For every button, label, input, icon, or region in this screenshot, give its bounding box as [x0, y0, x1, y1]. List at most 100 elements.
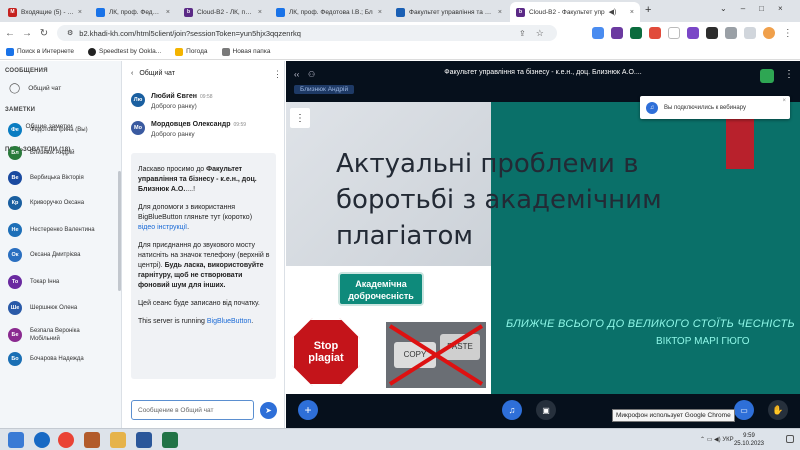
menu-icon[interactable]: ⋮ [783, 28, 793, 39]
close-icon[interactable]: × [78, 9, 82, 16]
close-icon[interactable]: × [166, 9, 170, 16]
video-instructions-link[interactable]: відео інструкції [138, 224, 187, 231]
extension-icon[interactable] [667, 27, 680, 39]
bookmark-weather[interactable]: Погода [175, 47, 208, 56]
public-chat-item[interactable]: ◯ Общий чат [0, 78, 121, 99]
star-icon[interactable]: ☆ [536, 28, 544, 39]
chrome-icon[interactable] [58, 432, 74, 448]
user-list-item[interactable]: То Токар Інна [8, 275, 59, 289]
mic-tooltip: Микрофон использует Google Chrome [612, 409, 735, 422]
bookmarks-bar: Поиск в Интернете Speedtest by Ookla... … [0, 44, 800, 60]
raise-hand-button[interactable]: ✋ [768, 400, 788, 420]
message-time: 09:58 [200, 94, 213, 100]
tab-lk-blyzniuk[interactable]: ЛК, проф. Федотова І.В.; Бл × [270, 2, 388, 22]
scrollbar[interactable] [118, 171, 121, 291]
user-list-item[interactable]: Ок Оксана Дмитрієва [8, 248, 81, 262]
doc-icon [396, 7, 405, 17]
notes-section-title: ЗАМЕТКИ [5, 107, 36, 113]
slide-image: Академічна доброчесність Stop plagiat CO… [286, 266, 491, 394]
extension-icon[interactable] [591, 27, 604, 39]
tab-faculty[interactable]: Факультет управління та бізне × [390, 2, 508, 22]
chat-options-icon[interactable]: ⋮ [273, 69, 282, 80]
user-list-item[interactable]: Бл Близнюк Андрій [8, 146, 74, 160]
user-list-item[interactable]: Фе Федотова Ірина (Вы) [8, 123, 88, 137]
user-list-item[interactable]: Не Нестеренко Валентина [8, 223, 95, 237]
server-paragraph: This server is running BigBlueButton. [138, 317, 270, 327]
tab-gmail[interactable]: M Входящие (5) - tilna7st@gma × [2, 2, 88, 22]
close-icon[interactable]: × [630, 9, 634, 16]
user-list-item[interactable]: Бо Бочарова Надежда [8, 352, 84, 366]
presentation-slide: Актуальні проблеми в боротьбі з академіч… [286, 102, 800, 394]
tab-label: Факультет управління та бізне [409, 8, 494, 16]
url-field[interactable]: ⚙ b2.khadi-kh.com/html5client/join?sessi… [57, 25, 557, 41]
chat-message-input[interactable]: Сообщение в Общий чат [131, 400, 254, 420]
edge-icon[interactable] [34, 432, 50, 448]
profile-avatar[interactable] [762, 27, 775, 39]
bookmark-speedtest[interactable]: Speedtest by Ookla... [87, 47, 161, 56]
new-tab-button[interactable]: + [645, 4, 651, 16]
extension-icon[interactable] [629, 27, 642, 39]
user-name: Федотова Ірина (Вы) [30, 127, 88, 133]
options-menu-icon[interactable]: ⋮ [784, 69, 794, 80]
clock[interactable]: 9:59 25.10.2023 [734, 432, 764, 448]
notice-text: Вы подключились к вебинару [664, 104, 747, 111]
headphones-icon: ♫ [508, 405, 516, 415]
tab-cloud-b2-lk[interactable]: b Cloud-B2 - ЛК, проф. Федо × [178, 2, 268, 22]
presentation-area: ‹‹ ⚇ Факультет управління та бізнесу - к… [286, 61, 800, 428]
welcome-text: ....! [185, 186, 196, 193]
speaker-icon[interactable]: ◀) [609, 8, 617, 16]
bigbluebutton-link[interactable]: BigBlueButton [207, 318, 251, 325]
user-name: Вербицька Вікторія [30, 175, 84, 181]
presentation-options-icon[interactable]: ⋮ [290, 108, 310, 128]
extension-icon[interactable] [686, 27, 699, 39]
notifications-icon[interactable] [786, 435, 794, 443]
window-controls[interactable]: ⌄–□× [720, 4, 797, 13]
sidepanel-icon[interactable] [743, 27, 756, 39]
send-button[interactable]: ➤ [260, 402, 277, 419]
integrity-badge: Академічна доброчесність [338, 272, 424, 306]
close-icon[interactable]: × [258, 9, 262, 16]
avatar: Ок [8, 248, 22, 262]
reload-icon[interactable]: ↻ [37, 28, 51, 39]
forward-icon[interactable]: → [20, 28, 34, 39]
app-icon[interactable] [84, 432, 100, 448]
bookmark-folder[interactable]: Новая папка [221, 47, 270, 56]
close-icon[interactable]: × [782, 98, 786, 104]
headphones-button[interactable]: ♫ [502, 400, 522, 420]
server-text: . [251, 318, 254, 325]
back-chevron-icon[interactable]: ‹ [131, 70, 133, 77]
excel-icon[interactable] [162, 432, 178, 448]
share-icon[interactable]: ⇪ [519, 29, 526, 38]
language-indicator[interactable]: УКР [722, 437, 733, 443]
word-icon[interactable] [136, 432, 152, 448]
puzzle-icon[interactable] [724, 27, 737, 39]
close-icon[interactable]: × [378, 9, 382, 16]
meeting-title: Факультет управління та бізнесу - к.е.н.… [444, 69, 642, 76]
start-icon[interactable] [8, 432, 24, 448]
user-list-item[interactable]: Бе Безпала Вероніка Мобільний [8, 327, 110, 343]
avatar: Не [8, 223, 22, 237]
connection-status-icon[interactable] [760, 69, 774, 83]
gmail-icon: M [8, 7, 17, 17]
bbb-icon: b [516, 7, 525, 17]
camera-button[interactable]: ▣ [536, 400, 556, 420]
user-list-item[interactable]: Кр Криворучко Оксана [8, 196, 84, 210]
user-name: Безпала Вероніка Мобільний [30, 328, 80, 342]
screen-share-button[interactable]: ▭ [734, 400, 754, 420]
actions-plus-button[interactable]: + [298, 400, 318, 420]
back-icon[interactable]: ← [3, 28, 17, 39]
extension-icon[interactable] [610, 27, 623, 39]
weather-icon [175, 47, 184, 56]
tab-cloud-b2-active[interactable]: b Cloud-B2 - Факультет упр ◀) × [510, 2, 640, 22]
tray-icons[interactable]: ⌃ ▭ ◀) УКР [700, 436, 734, 443]
tab-lk-fedotova[interactable]: ЛК, проф. Федотова І.В.; Бл × [90, 2, 176, 22]
extension-icon[interactable] [705, 27, 718, 39]
tab-label: Cloud-B2 - ЛК, проф. Федо [197, 8, 254, 16]
bookmark-search[interactable]: Поиск в Интернете [6, 47, 74, 56]
explorer-icon[interactable] [110, 432, 126, 448]
extension-icon[interactable] [648, 27, 661, 39]
site-info-icon[interactable]: ⚙ [67, 29, 73, 37]
close-icon[interactable]: × [498, 9, 502, 16]
user-list-item[interactable]: Ше Шершнюк Олена [8, 301, 77, 315]
user-list-item[interactable]: Ве Вербицька Вікторія [8, 171, 84, 185]
